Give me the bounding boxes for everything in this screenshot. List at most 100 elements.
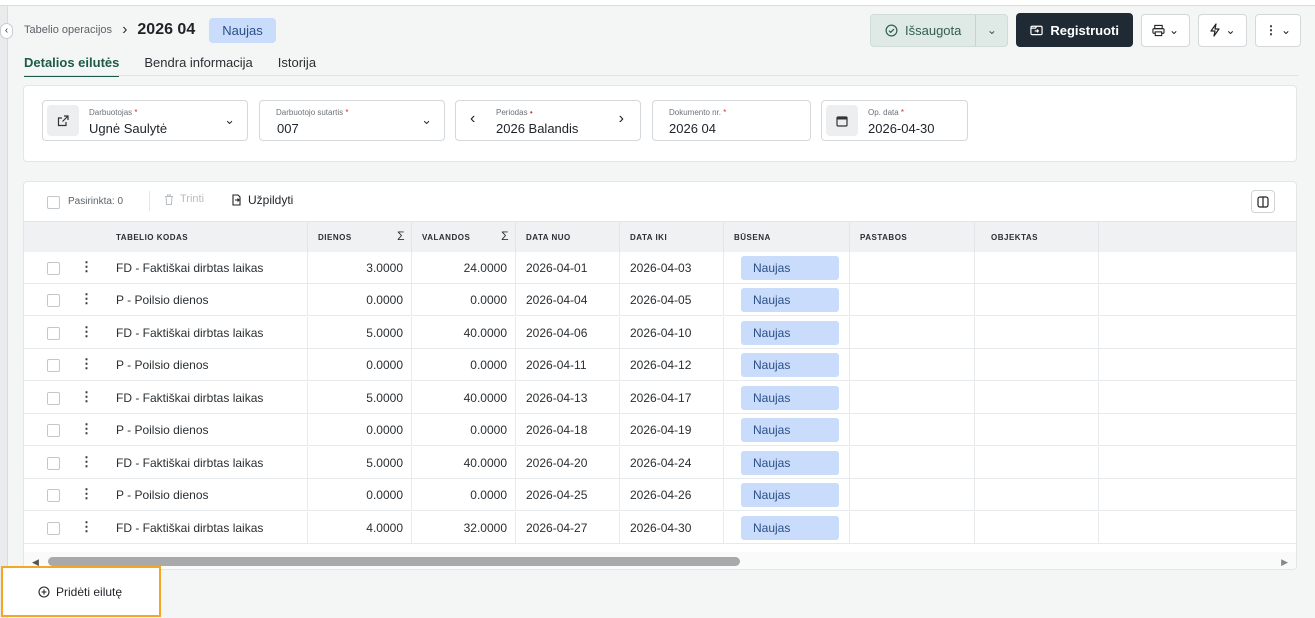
cell-date-to[interactable]: 2026-04-24: [620, 447, 724, 479]
cell-hours[interactable]: 0.0000: [412, 479, 516, 511]
more-vertical-icon[interactable]: ⋮: [80, 259, 93, 275]
cell-date-from[interactable]: 2026-04-04: [516, 284, 620, 316]
table-row[interactable]: ⋮ FD - Faktiškai dirbtas laikas 4.0000 3…: [24, 512, 1296, 544]
cell-days[interactable]: 5.0000: [308, 382, 412, 414]
cell-notes[interactable]: [850, 317, 975, 349]
column-header-hours[interactable]: VALANDOS Σ: [412, 222, 516, 253]
cell-date-from[interactable]: 2026-04-11: [516, 349, 620, 381]
cell-date-from[interactable]: 2026-04-06: [516, 317, 620, 349]
cell-days[interactable]: 3.0000: [308, 252, 412, 284]
cell-notes[interactable]: [850, 414, 975, 446]
more-vertical-icon[interactable]: ⋮: [80, 421, 93, 437]
scrollbar-thumb[interactable]: [48, 557, 740, 566]
row-checkbox[interactable]: [47, 522, 60, 535]
cell-date-from[interactable]: 2026-04-27: [516, 512, 620, 544]
table-row[interactable]: ⋮ P - Poilsio dienos 0.0000 0.0000 2026-…: [24, 284, 1296, 316]
column-header-status[interactable]: BŪSENA: [724, 222, 850, 253]
cell-object[interactable]: [975, 284, 1099, 316]
cell-hours[interactable]: 0.0000: [412, 284, 516, 316]
table-row[interactable]: ⋮ FD - Faktiškai dirbtas laikas 5.0000 4…: [24, 317, 1296, 349]
tab-history[interactable]: Istorija: [278, 55, 316, 76]
cell-hours[interactable]: 0.0000: [412, 414, 516, 446]
column-header-notes[interactable]: PASTABOS: [850, 222, 975, 253]
tab-general-info[interactable]: Bendra informacija: [144, 55, 252, 76]
more-vertical-icon[interactable]: ⋮: [80, 454, 93, 470]
cell-code[interactable]: FD - Faktiškai dirbtas laikas: [106, 447, 308, 479]
select-all-checkbox[interactable]: [47, 196, 60, 209]
cell-code[interactable]: FD - Faktiškai dirbtas laikas: [106, 252, 308, 284]
cell-date-to[interactable]: 2026-04-12: [620, 349, 724, 381]
cell-status[interactable]: Naujas: [724, 512, 850, 544]
more-vertical-icon[interactable]: ⋮: [80, 519, 93, 535]
row-checkbox[interactable]: [47, 457, 60, 470]
register-button[interactable]: Registruoti: [1016, 13, 1133, 47]
more-vertical-icon[interactable]: ⋮: [80, 486, 93, 502]
employee-field[interactable]: Darbuotojas * Ugnė Saulytė ⌄: [42, 100, 248, 141]
cell-object[interactable]: [975, 382, 1099, 414]
row-checkbox[interactable]: [47, 262, 60, 275]
scroll-right-icon[interactable]: ▶: [1281, 557, 1288, 568]
chevron-down-icon[interactable]: ⌄: [975, 14, 1007, 46]
cell-status[interactable]: Naujas: [724, 252, 850, 284]
cell-notes[interactable]: [850, 447, 975, 479]
cell-code[interactable]: FD - Faktiškai dirbtas laikas: [106, 382, 308, 414]
cell-notes[interactable]: [850, 284, 975, 316]
cell-code[interactable]: FD - Faktiškai dirbtas laikas: [106, 317, 308, 349]
actions-button[interactable]: ⌄: [1198, 13, 1247, 47]
cell-hours[interactable]: 40.0000: [412, 317, 516, 349]
column-header-code[interactable]: TABELIO KODAS: [106, 222, 308, 253]
cell-object[interactable]: [975, 252, 1099, 284]
cell-object[interactable]: [975, 512, 1099, 544]
cell-object[interactable]: [975, 479, 1099, 511]
cell-notes[interactable]: [850, 512, 975, 544]
cell-date-to[interactable]: 2026-04-10: [620, 317, 724, 349]
cell-status[interactable]: Naujas: [724, 479, 850, 511]
cell-object[interactable]: [975, 349, 1099, 381]
row-checkbox[interactable]: [47, 392, 60, 405]
cell-notes[interactable]: [850, 382, 975, 414]
calendar-icon[interactable]: [826, 105, 858, 136]
print-button[interactable]: ⌄: [1141, 13, 1190, 47]
cell-status[interactable]: Naujas: [724, 349, 850, 381]
cell-hours[interactable]: 24.0000: [412, 252, 516, 284]
cell-hours[interactable]: 40.0000: [412, 447, 516, 479]
columns-toggle-button[interactable]: [1251, 190, 1275, 213]
cell-notes[interactable]: [850, 349, 975, 381]
external-link-icon[interactable]: [47, 105, 79, 136]
delete-button[interactable]: Trinti: [164, 193, 204, 205]
cell-date-to[interactable]: 2026-04-03: [620, 252, 724, 284]
saved-button[interactable]: Išsaugota: [871, 15, 975, 46]
doc-no-field[interactable]: Dokumento nr. * 2026 04: [652, 100, 811, 141]
column-header-date-to[interactable]: DATA IKI: [620, 222, 724, 253]
table-row[interactable]: ⋮ P - Poilsio dienos 0.0000 0.0000 2026-…: [24, 349, 1296, 381]
cell-days[interactable]: 0.0000: [308, 479, 412, 511]
cell-hours[interactable]: 0.0000: [412, 349, 516, 381]
row-checkbox[interactable]: [47, 489, 60, 502]
cell-days[interactable]: 0.0000: [308, 414, 412, 446]
cell-date-to[interactable]: 2026-04-05: [620, 284, 724, 316]
column-header-days[interactable]: DIENOS Σ: [308, 222, 412, 253]
table-row[interactable]: ⋮ P - Poilsio dienos 0.0000 0.0000 2026-…: [24, 479, 1296, 511]
cell-date-from[interactable]: 2026-04-01: [516, 252, 620, 284]
cell-notes[interactable]: [850, 252, 975, 284]
cell-hours[interactable]: 40.0000: [412, 382, 516, 414]
more-vertical-icon[interactable]: ⋮: [80, 389, 93, 405]
contract-field[interactable]: Darbuotojo sutartis * 007 ⌄: [259, 100, 445, 141]
cell-date-from[interactable]: 2026-04-20: [516, 447, 620, 479]
more-vertical-icon[interactable]: ⋮: [80, 356, 93, 372]
cell-status[interactable]: Naujas: [724, 284, 850, 316]
cell-date-from[interactable]: 2026-04-13: [516, 382, 620, 414]
cell-days[interactable]: 5.0000: [308, 317, 412, 349]
cell-date-to[interactable]: 2026-04-19: [620, 414, 724, 446]
horizontal-scrollbar[interactable]: ◀ ▶: [24, 552, 1296, 569]
cell-object[interactable]: [975, 317, 1099, 349]
cell-object[interactable]: [975, 447, 1099, 479]
tab-detailed-rows[interactable]: Detalios eilutės: [24, 55, 120, 77]
cell-status[interactable]: Naujas: [724, 414, 850, 446]
cell-date-to[interactable]: 2026-04-17: [620, 382, 724, 414]
cell-notes[interactable]: [850, 479, 975, 511]
cell-code[interactable]: FD - Faktiškai dirbtas laikas: [106, 512, 308, 544]
row-checkbox[interactable]: [47, 424, 60, 437]
next-period-button[interactable]: ›: [619, 110, 624, 128]
row-checkbox[interactable]: [47, 294, 60, 307]
